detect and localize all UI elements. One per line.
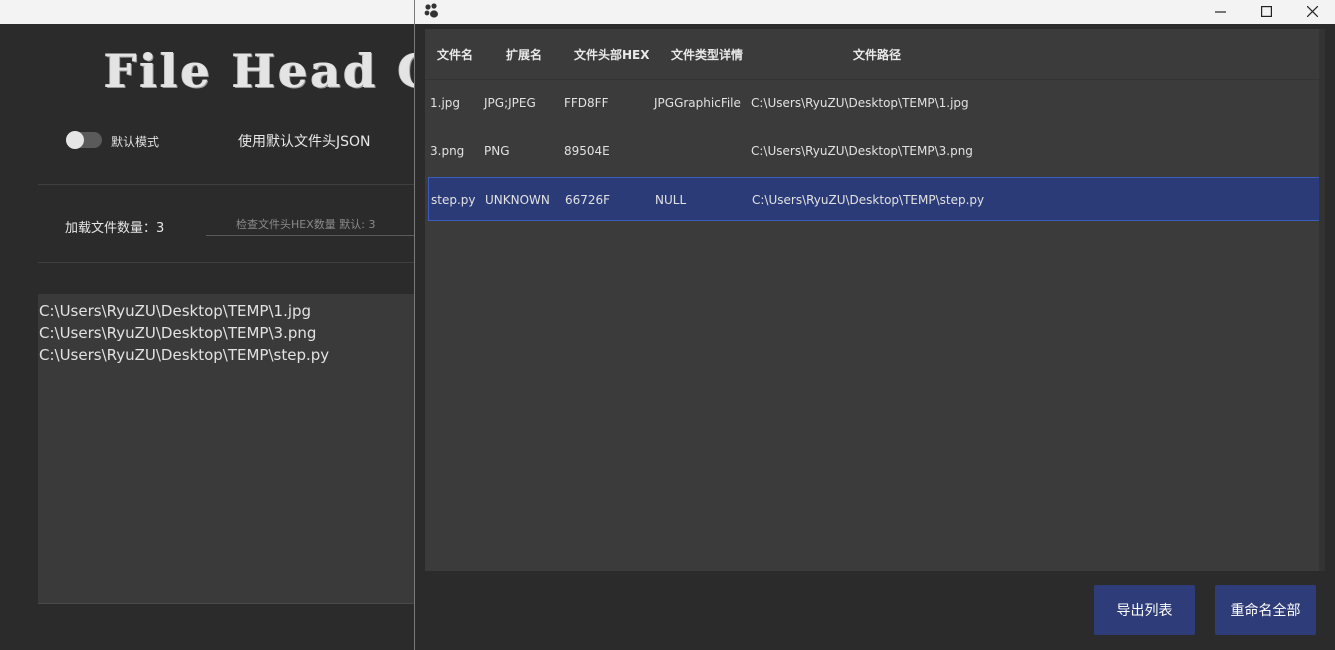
- cell-extension: UNKNOWN: [485, 193, 550, 207]
- default-mode-toggle[interactable]: [66, 131, 102, 149]
- close-icon[interactable]: [1289, 0, 1335, 22]
- header-extension[interactable]: 扩展名: [506, 46, 542, 63]
- table-header: 文件名 扩展名 文件头部HEX 文件类型详情 文件路径: [425, 29, 1325, 80]
- cell-hex: 89504E: [564, 144, 610, 158]
- file-head-checker-window: File Head Chec 默认模式 使用默认文件头JSON 加载文件数量：3…: [0, 24, 416, 650]
- cell-type-detail: NULL: [655, 193, 687, 207]
- path-list-item[interactable]: C:\Users\RyuZU\Desktop\TEMP\3.png: [38, 322, 416, 344]
- cell-hex: FFD8FF: [564, 96, 609, 110]
- file-result-table[interactable]: 文件名 扩展名 文件头部HEX 文件类型详情 文件路径 1.jpg JPG;JPE…: [425, 29, 1325, 571]
- header-filename[interactable]: 文件名: [437, 46, 473, 63]
- header-path[interactable]: 文件路径: [853, 46, 901, 63]
- cell-filename: step.py: [431, 193, 476, 207]
- table-row[interactable]: step.py UNKNOWN 66726F NULL C:\Users\RyuZU\D…: [428, 177, 1324, 221]
- table-row[interactable]: 1.jpg JPG;JPEG FFD8FF JPGGraphicFile C:\User…: [425, 79, 1325, 127]
- path-list-item[interactable]: C:\Users\RyuZU\Desktop\TEMP\1.jpg: [38, 300, 416, 322]
- minimize-icon[interactable]: [1197, 0, 1243, 22]
- cell-type-detail: JPGGraphicFile: [654, 96, 741, 110]
- toggle-knob: [66, 131, 84, 149]
- cell-path: C:\Users\RyuZU\Desktop\TEMP\1.jpg: [751, 96, 969, 110]
- table-row[interactable]: 3.png PNG 89504E C:\Users\RyuZU\Desktop\TEM…: [425, 127, 1325, 175]
- app-title: File Head Chec: [104, 44, 416, 98]
- cell-extension: JPG;JPEG: [484, 96, 536, 110]
- cell-path: C:\Users\RyuZU\Desktop\TEMP\3.png: [751, 144, 973, 158]
- hex-count-input[interactable]: [206, 214, 416, 236]
- cell-filename: 3.png: [430, 144, 465, 158]
- result-window: 文件名 扩展名 文件头部HEX 文件类型详情 文件路径 1.jpg JPG;JPE…: [414, 0, 1335, 650]
- cell-filename: 1.jpg: [430, 96, 461, 110]
- default-mode-label: 默认模式: [111, 135, 160, 149]
- rename-all-button[interactable]: 重命名全部: [1215, 585, 1316, 635]
- maximize-icon[interactable]: [1243, 0, 1289, 22]
- header-hex[interactable]: 文件头部HEX: [574, 46, 650, 63]
- default-json-label[interactable]: 使用默认文件头JSON: [238, 131, 371, 151]
- app-paw-icon: [424, 3, 438, 18]
- table-scrollbar[interactable]: [1319, 29, 1325, 571]
- result-window-titlebar: [415, 0, 1335, 24]
- file-path-list[interactable]: C:\Users\RyuZU\Desktop\TEMP\1.jpg C:\User…: [38, 294, 416, 604]
- cell-path: C:\Users\RyuZU\Desktop\TEMP\step.py: [752, 193, 985, 207]
- divider: [38, 184, 416, 185]
- divider: [38, 262, 416, 263]
- cell-hex: 66726F: [565, 193, 611, 207]
- export-list-button[interactable]: 导出列表: [1094, 585, 1195, 635]
- file-count-label: 加载文件数量：3: [65, 221, 165, 236]
- cell-extension: PNG: [484, 144, 510, 158]
- header-type-detail[interactable]: 文件类型详情: [671, 46, 743, 63]
- path-list-item[interactable]: C:\Users\RyuZU\Desktop\TEMP\step.py: [38, 344, 416, 366]
